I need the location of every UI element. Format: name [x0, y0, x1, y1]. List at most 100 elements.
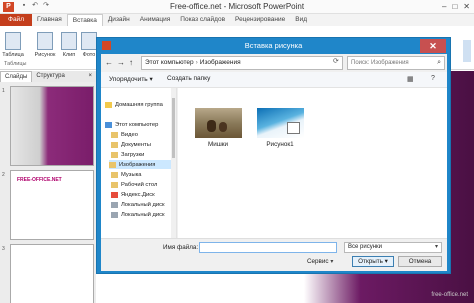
nav-this-pc[interactable]: Этот компьютер [105, 120, 158, 129]
folder-icon [111, 141, 118, 148]
watermark: free-office.net [431, 292, 468, 298]
up-icon[interactable]: ↑ [129, 58, 133, 68]
back-icon[interactable]: ← [105, 58, 113, 68]
open-label: Открыть [358, 258, 383, 265]
tab-view[interactable]: Вид [290, 14, 312, 26]
tab-slideshow[interactable]: Показ слайдов [175, 14, 230, 26]
table-icon [5, 32, 21, 50]
table-button[interactable]: Таблица [2, 32, 24, 58]
tab-animation[interactable]: Анимация [135, 14, 176, 26]
command-bar: Упорядочить ▾ Создать папку ▦ ? [101, 72, 447, 88]
close-window-button[interactable]: ✕ [463, 2, 470, 11]
homegroup-icon [105, 101, 112, 108]
file-item[interactable]: Мишки [188, 108, 248, 148]
tab-home[interactable]: Главная [32, 14, 67, 26]
disk-icon [111, 211, 118, 218]
file-name: Рисунок1 [266, 141, 294, 148]
nav-yandex-disk[interactable]: Яндекс.Диск [111, 190, 155, 199]
new-folder-button[interactable]: Создать папку [167, 75, 210, 82]
picture-label: Рисунок [34, 52, 56, 58]
nav-label: Этот компьютер [115, 121, 159, 128]
table-label: Таблица [2, 52, 24, 58]
nav-label: Видео [121, 131, 138, 138]
tab-outline[interactable]: Структура [32, 71, 68, 82]
open-button[interactable]: Открыть ▾ [352, 256, 394, 267]
dialog-footer: Имя файла: Все рисунки ▾ Сервис ▾ Открыт… [101, 238, 447, 271]
filename-input[interactable] [199, 242, 337, 253]
clip-button[interactable]: Клип [58, 32, 80, 58]
nav-documents[interactable]: Документы [111, 140, 151, 149]
file-list: Мишки Рисунок1 [178, 88, 447, 238]
help-icon[interactable]: ? [431, 75, 435, 82]
slide-number: 1 [2, 88, 5, 94]
tab-file[interactable]: Файл [0, 14, 32, 26]
window-title: Free-office.net - Microsoft PowerPoint [169, 2, 305, 11]
minimize-button[interactable]: – [442, 2, 446, 11]
picture-icon [37, 32, 53, 50]
cancel-button[interactable]: Отмена [398, 256, 442, 267]
nav-music[interactable]: Музыка [111, 170, 142, 179]
window-buttons: – □ ✕ [442, 2, 470, 11]
nav-local-disk[interactable]: Локальный диск [111, 210, 165, 219]
dialog-close-button[interactable]: ✕ [420, 39, 446, 53]
ribbon-right-edge [463, 40, 471, 62]
nav-label: Локальный диск [121, 201, 165, 208]
view-options-icon[interactable]: ▦ [407, 75, 414, 83]
slide-thumbnail-3[interactable] [10, 244, 94, 303]
slide-panel-tabs: Слайды Структура × [0, 71, 96, 82]
nav-desktop[interactable]: Рабочий стол [111, 180, 157, 189]
file-type-value: Все рисунки [348, 244, 382, 250]
nav-scroll-thumb[interactable] [172, 98, 175, 158]
file-type-select[interactable]: Все рисунки ▾ [344, 242, 442, 253]
nav-scrollbar[interactable] [171, 88, 176, 238]
dialog-body: ← → ↑ Этот компьютер › Изображения ⟳ Поиск… [101, 54, 447, 271]
image-thumbnail-bears [194, 108, 242, 138]
slide-number: 3 [2, 246, 5, 252]
ribbon-tabs: Файл Главная Вставка Дизайн Анимация Пок… [0, 14, 474, 26]
organize-button[interactable]: Упорядочить ▾ [109, 75, 153, 83]
dialog-title: Вставка рисунка [244, 41, 303, 50]
file-name: Мишки [207, 141, 229, 148]
folder-icon [111, 171, 118, 178]
nav-label: Изображения [119, 161, 156, 168]
tab-slides[interactable]: Слайды [0, 71, 33, 82]
search-input[interactable]: Поиск: Изображения ⌕ [347, 56, 445, 70]
nav-videos[interactable]: Видео [111, 130, 138, 139]
photo-icon [81, 32, 97, 50]
slide-thumbnails-panel: 1 2 FREE-OFFICE.NET 3 [0, 82, 96, 303]
search-icon: ⌕ [437, 59, 441, 66]
folder-icon [111, 131, 118, 138]
chevron-down-icon: ▾ [434, 244, 438, 250]
clip-label: Клип [62, 52, 76, 58]
path-field[interactable]: Этот компьютер › Изображения [141, 56, 343, 70]
slide2-title: FREE-OFFICE.NET [17, 177, 62, 183]
refresh-icon[interactable]: ⟳ [333, 57, 339, 65]
nav-label: Домашняя группа [115, 101, 163, 108]
folder-icon [109, 161, 116, 168]
tab-review[interactable]: Рецензирование [230, 14, 290, 26]
breadcrumb-pictures[interactable]: Изображения [200, 59, 241, 66]
clip-icon [61, 32, 77, 50]
tools-label: Сервис [307, 258, 329, 265]
picture-button[interactable]: Рисунок [34, 32, 56, 58]
address-bar: ← → ↑ Этот компьютер › Изображения ⟳ Поиск… [101, 54, 447, 72]
tab-design[interactable]: Дизайн [103, 14, 135, 26]
nav-downloads[interactable]: Загрузки [111, 150, 144, 159]
nav-pictures[interactable]: Изображения [109, 160, 171, 169]
tools-button[interactable]: Сервис ▾ [307, 258, 333, 265]
file-item[interactable]: Рисунок1 [250, 108, 310, 148]
maximize-button[interactable]: □ [452, 2, 457, 11]
tab-insert[interactable]: Вставка [66, 14, 103, 26]
close-panel-icon[interactable]: × [88, 71, 96, 82]
nav-homegroup[interactable]: Домашняя группа [105, 100, 163, 109]
nav-local-disk[interactable]: Локальный диск [111, 200, 165, 209]
nav-label: Рабочий стол [121, 181, 158, 188]
filename-label: Имя файла: [163, 244, 199, 251]
slide-thumbnail-2[interactable]: FREE-OFFICE.NET [10, 170, 94, 240]
forward-icon[interactable]: → [117, 58, 125, 68]
dialog-titlebar[interactable]: Вставка рисунка ✕ [97, 38, 450, 54]
slide-thumbnail-1[interactable] [10, 86, 94, 166]
breadcrumb-this-pc[interactable]: Этот компьютер [145, 59, 194, 66]
nav-label: Документы [121, 141, 151, 148]
photo-label: Фото [82, 52, 96, 58]
